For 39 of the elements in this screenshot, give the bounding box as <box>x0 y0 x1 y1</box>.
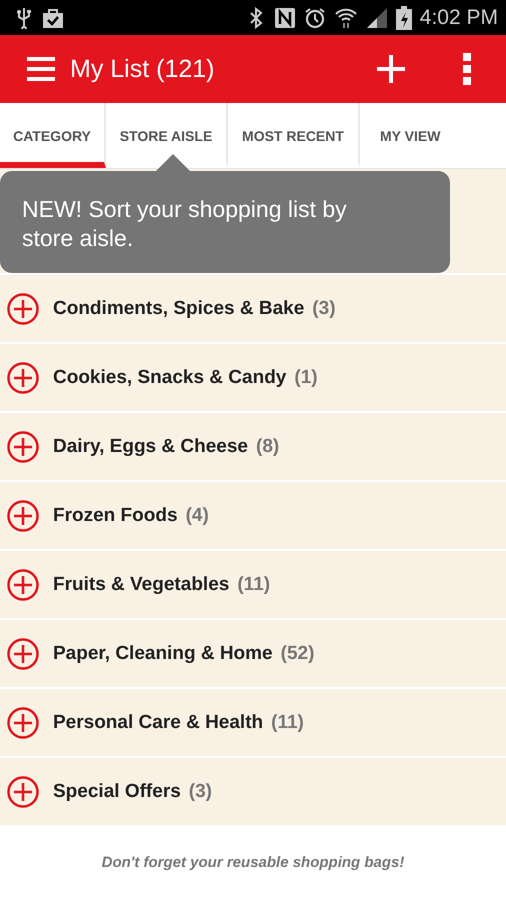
app-title: My List (121) <box>70 54 216 84</box>
item-count: (52) <box>280 642 314 664</box>
menu-icon[interactable] <box>26 56 56 82</box>
battery-icon <box>396 6 412 30</box>
alarm-icon <box>304 6 326 28</box>
category-name[interactable]: Dairy, Eggs & Cheese <box>53 436 248 458</box>
add-circle-icon[interactable] <box>7 292 39 324</box>
item-count: (4) <box>186 504 209 526</box>
add-circle-icon[interactable] <box>7 776 39 808</box>
tab[interactable]: CATEGORY <box>0 103 106 168</box>
status-time: 4:02 PM <box>420 6 498 30</box>
signal-icon <box>366 6 388 28</box>
add-circle-icon[interactable] <box>7 706 39 738</box>
shopping-bag-icon <box>42 6 64 28</box>
category-name[interactable]: Fruits & Vegetables <box>53 574 230 596</box>
add-circle-icon[interactable] <box>7 362 39 394</box>
category-name[interactable]: Paper, Cleaning & Home <box>53 642 273 664</box>
item-count: (11) <box>237 574 270 596</box>
item-count: (3) <box>188 780 212 802</box>
add-circle-icon[interactable] <box>7 638 39 670</box>
tooltip-text: NEW! Sort your shopping list by store aisle. <box>22 195 348 253</box>
nfc-icon <box>274 6 296 28</box>
category-name[interactable]: Personal Care & Health <box>53 712 264 734</box>
category-name[interactable]: Special Offers <box>53 780 181 802</box>
usb-icon <box>16 6 32 28</box>
add-circle-icon[interactable] <box>7 568 39 600</box>
item-count: (3) <box>312 298 336 320</box>
category-name[interactable]: Cookies, Snacks & Candy <box>53 366 286 388</box>
category-name[interactable]: Frozen Foods <box>53 504 178 526</box>
footer-message: Don't forget your reusable shopping bags! <box>102 854 404 871</box>
add-circle-icon[interactable] <box>7 500 39 532</box>
add-circle-icon[interactable] <box>7 430 39 462</box>
category-name[interactable]: Condiments, Spices & Bake <box>53 298 304 320</box>
item-count: (1) <box>294 366 318 388</box>
item-count: (8) <box>256 436 280 458</box>
item-count: (11) <box>271 712 304 734</box>
wifi-icon <box>334 6 358 28</box>
add-icon[interactable] <box>376 54 406 84</box>
more-options-icon[interactable] <box>462 53 472 85</box>
